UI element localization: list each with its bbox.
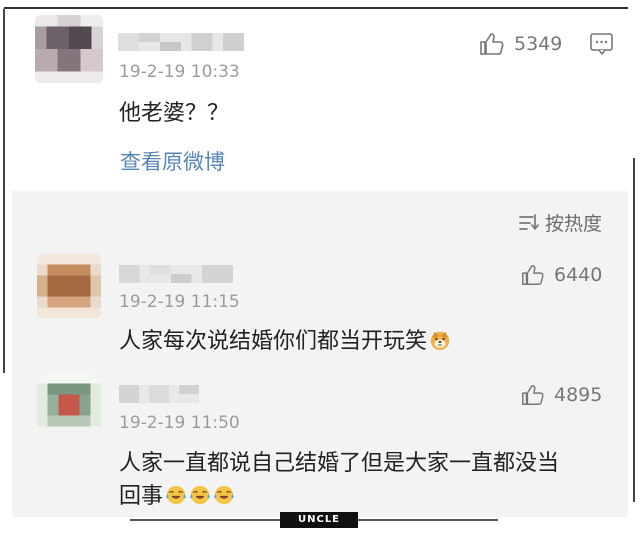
timestamp: 19-2-19 10:33 (119, 62, 240, 82)
sort-by-popularity[interactable]: 按热度 (517, 209, 602, 236)
reply-text-content: 人家每次说结婚你们都当开玩笑 (119, 329, 428, 354)
like-count: 4895 (554, 384, 603, 406)
avatar[interactable] (37, 254, 101, 318)
comment-text: 他老婆？？ (119, 101, 230, 126)
laugh-cry-emoji-icon (165, 484, 187, 506)
reply-text: 人家每次说结婚你们都当开玩笑 (119, 323, 451, 355)
reply-text-content: 回事 (119, 484, 164, 509)
timestamp: 19-2-19 11:50 (119, 413, 240, 433)
like-button[interactable]: 4895 (520, 383, 602, 407)
watermark-rule-right (358, 519, 498, 521)
thumbs-up-icon (522, 385, 544, 405)
watermark: UNCLE MONA (280, 512, 358, 541)
timestamp: 19-2-19 11:15 (119, 292, 240, 312)
sort-label: 按热度 (545, 213, 603, 235)
like-count: 6440 (554, 264, 603, 286)
like-button[interactable]: 6440 (520, 263, 602, 287)
reply-button[interactable] (589, 32, 615, 61)
view-original-weibo-link[interactable]: 查看原微博 (120, 146, 225, 176)
screenshot-right-border (633, 158, 635, 502)
like-button[interactable]: 5349 (478, 31, 562, 57)
doge-emoji-icon (429, 329, 451, 351)
thumbs-up-icon (480, 33, 504, 55)
username-blurred[interactable] (119, 385, 199, 403)
sort-lines-icon (519, 213, 539, 230)
comment-icon (590, 33, 613, 55)
like-count: 5349 (514, 33, 563, 55)
reply-text-line-2: 回事 (119, 478, 235, 510)
laugh-cry-emoji-icon (189, 484, 211, 506)
username-blurred[interactable] (118, 33, 244, 51)
thumbs-up-icon (522, 265, 544, 285)
laugh-cry-emoji-icon (213, 484, 235, 506)
avatar[interactable] (37, 373, 101, 437)
watermark-rule-left (130, 519, 280, 521)
avatar[interactable] (35, 15, 103, 83)
username-blurred[interactable] (119, 265, 233, 283)
reply-text-line-1: 人家一直都说自己结婚了但是大家一直都没当 (119, 451, 560, 476)
